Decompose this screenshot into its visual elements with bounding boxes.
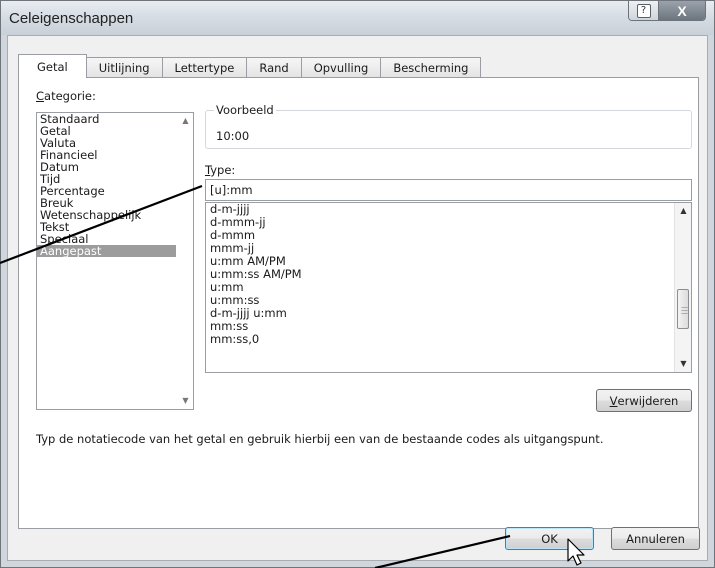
close-button[interactable]: X (659, 1, 705, 20)
type-list-item[interactable]: d-m-jjjj (206, 203, 691, 216)
scroll-up-icon[interactable]: ▲ (177, 113, 193, 129)
category-item-datum[interactable]: Datum (37, 161, 193, 173)
close-icon: X (677, 3, 687, 19)
category-label: Categorie: (36, 89, 96, 103)
tab-bescherming[interactable]: Bescherming (380, 57, 482, 78)
type-label-rest: ype: (210, 163, 236, 177)
delete-button-accel: V (609, 393, 618, 408)
type-list[interactable]: d-m-jjjj d-mmm-jj d-mmm mmm-jj u:mm AM/P… (205, 202, 692, 373)
scroll-down-icon[interactable]: ▼ (675, 356, 691, 372)
type-list-item[interactable]: d-m-jjjj u:mm (206, 307, 691, 320)
tab-lettertype[interactable]: Lettertype (161, 57, 248, 78)
category-list[interactable]: Standaard Getal Valuta Financieel Datum … (36, 112, 194, 410)
preview-legend: Voorbeeld (214, 103, 276, 117)
preview-group: Voorbeeld 10:00 (205, 103, 692, 149)
title-bar: Celeigenschappen ? X (1, 1, 714, 35)
preview-value: 10:00 (216, 129, 250, 143)
scroll-down-icon[interactable]: ▼ (177, 393, 193, 409)
type-list-item[interactable]: mm:ss (206, 320, 691, 333)
help-icon: ? (636, 4, 651, 18)
delete-button[interactable]: Verwijderen (596, 389, 692, 412)
cancel-button[interactable]: Annuleren (611, 527, 700, 550)
type-list-item[interactable]: d-mmm (206, 229, 691, 242)
grip-icon: — — — (681, 303, 688, 317)
tab-panel-getal: Categorie: Standaard Getal Valuta Financ… (18, 77, 699, 529)
type-list-item[interactable]: mm:ss,0 (206, 333, 691, 346)
dialog-window: Celeigenschappen ? X Getal Uitlijning Le… (0, 0, 715, 568)
tab-rand[interactable]: Rand (246, 57, 302, 78)
type-input[interactable] (205, 179, 692, 201)
category-item-aangepast[interactable]: Aangepast (37, 245, 193, 257)
tab-getal[interactable]: Getal (18, 54, 87, 78)
tab-uitlijning[interactable]: Uitlijning (85, 57, 163, 78)
dialog-body: Getal Uitlijning Lettertype Rand Opvulli… (7, 35, 708, 561)
mouse-pointer-icon (567, 538, 585, 566)
dialog-title: Celeigenschappen (9, 10, 134, 27)
category-label-accel: C (36, 89, 45, 103)
help-button[interactable]: ? (629, 1, 659, 20)
hint-text: Typ de notatiecode van het getal en gebr… (36, 432, 604, 446)
delete-button-rest: erwijderen (617, 393, 679, 408)
scroll-thumb[interactable]: — — — (677, 289, 689, 329)
type-list-item[interactable]: d-mmm-jj (206, 216, 691, 229)
type-list-item[interactable]: u:mm (206, 281, 691, 294)
type-list-scrollbar[interactable]: ▲ — — — ▼ (674, 203, 691, 372)
category-label-rest: ategorie: (44, 89, 96, 103)
category-scrollbar[interactable]: ▲ ▼ (176, 113, 193, 409)
type-list-item[interactable]: u:mm:ss AM/PM (206, 268, 691, 281)
scroll-up-icon[interactable]: ▲ (675, 203, 691, 219)
tab-strip: Getal Uitlijning Lettertype Rand Opvulli… (18, 54, 482, 78)
type-label: Type: (205, 163, 235, 177)
tab-opvulling[interactable]: Opvulling (300, 57, 382, 78)
title-buttons: ? X (628, 1, 706, 21)
